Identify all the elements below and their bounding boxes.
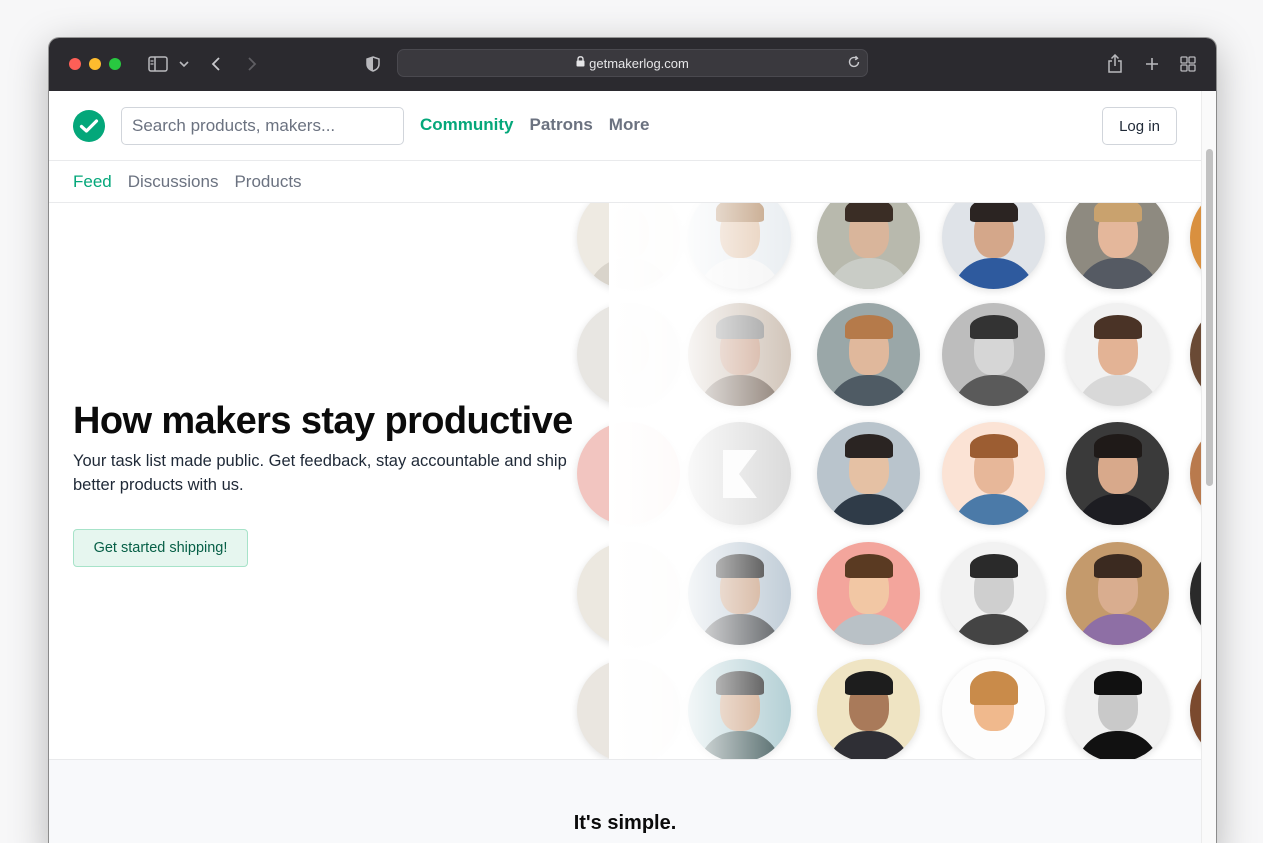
site-header: Community Patrons More Log in [49, 91, 1201, 161]
search-input[interactable] [121, 107, 404, 145]
lock-icon [576, 54, 585, 72]
hero-section: How makers stay productive Your task lis… [49, 203, 1201, 760]
main-nav: Community Patrons More [420, 115, 649, 135]
shield-icon[interactable] [365, 53, 381, 75]
maker-avatar [942, 659, 1045, 759]
nav-more[interactable]: More [609, 115, 650, 135]
scrollbar-thumb[interactable] [1206, 149, 1213, 486]
sidebar-icon[interactable] [147, 53, 169, 75]
maker-avatar [1066, 303, 1169, 406]
maker-avatar [1190, 542, 1201, 645]
tab-products[interactable]: Products [234, 172, 301, 192]
scrollbar-track[interactable] [1201, 91, 1216, 843]
close-window-button[interactable] [69, 58, 81, 70]
maker-avatar [1190, 422, 1201, 525]
maker-avatar [1066, 203, 1169, 289]
tab-discussions[interactable]: Discussions [128, 172, 219, 192]
sub-nav: Feed Discussions Products [49, 162, 1201, 203]
maker-avatar [817, 659, 920, 759]
back-icon[interactable] [209, 53, 223, 75]
section-title: It's simple. [573, 812, 677, 834]
maker-avatar [942, 422, 1045, 525]
nav-community[interactable]: Community [420, 115, 514, 135]
maker-avatar [1066, 542, 1169, 645]
maker-avatar [817, 203, 920, 289]
address-bar[interactable]: getmakerlog.com [397, 49, 868, 77]
reload-icon[interactable] [847, 55, 861, 74]
hero-subtitle: Your task list made public. Get feedback… [73, 452, 567, 494]
browser-titlebar: getmakerlog.com [49, 38, 1216, 91]
maker-avatar [1190, 659, 1201, 759]
get-started-button[interactable]: Get started shipping! [73, 529, 248, 567]
maximize-window-button[interactable] [109, 58, 121, 70]
maker-avatar [817, 542, 920, 645]
browser-window: getmakerlog.com Community Patrons More [49, 38, 1216, 843]
share-icon[interactable] [1106, 53, 1124, 75]
simple-section: It's simple. [49, 760, 1201, 843]
maker-avatar [1190, 203, 1201, 289]
maker-avatar [1190, 303, 1201, 406]
chevron-down-icon[interactable] [178, 53, 190, 75]
login-button[interactable]: Log in [1102, 107, 1177, 145]
plus-icon[interactable] [1143, 53, 1161, 75]
forward-icon[interactable] [245, 53, 259, 75]
maker-avatar [817, 303, 920, 406]
nav-patrons[interactable]: Patrons [530, 115, 593, 135]
maker-avatar [1066, 422, 1169, 525]
maker-avatar [942, 203, 1045, 289]
minimize-window-button[interactable] [89, 58, 101, 70]
tabs-grid-icon[interactable] [1179, 53, 1197, 75]
maker-avatar [817, 422, 920, 525]
maker-avatar [942, 542, 1045, 645]
hero-title: How makers stay productive [73, 400, 573, 442]
web-page: Community Patrons More Log in Feed Discu… [49, 91, 1201, 843]
checkmark-logo-icon[interactable] [73, 110, 105, 142]
avatar-fade-overlay [609, 203, 809, 759]
tab-feed[interactable]: Feed [73, 172, 112, 192]
url-text: getmakerlog.com [589, 55, 689, 71]
maker-avatar [942, 303, 1045, 406]
maker-avatar [1066, 659, 1169, 759]
